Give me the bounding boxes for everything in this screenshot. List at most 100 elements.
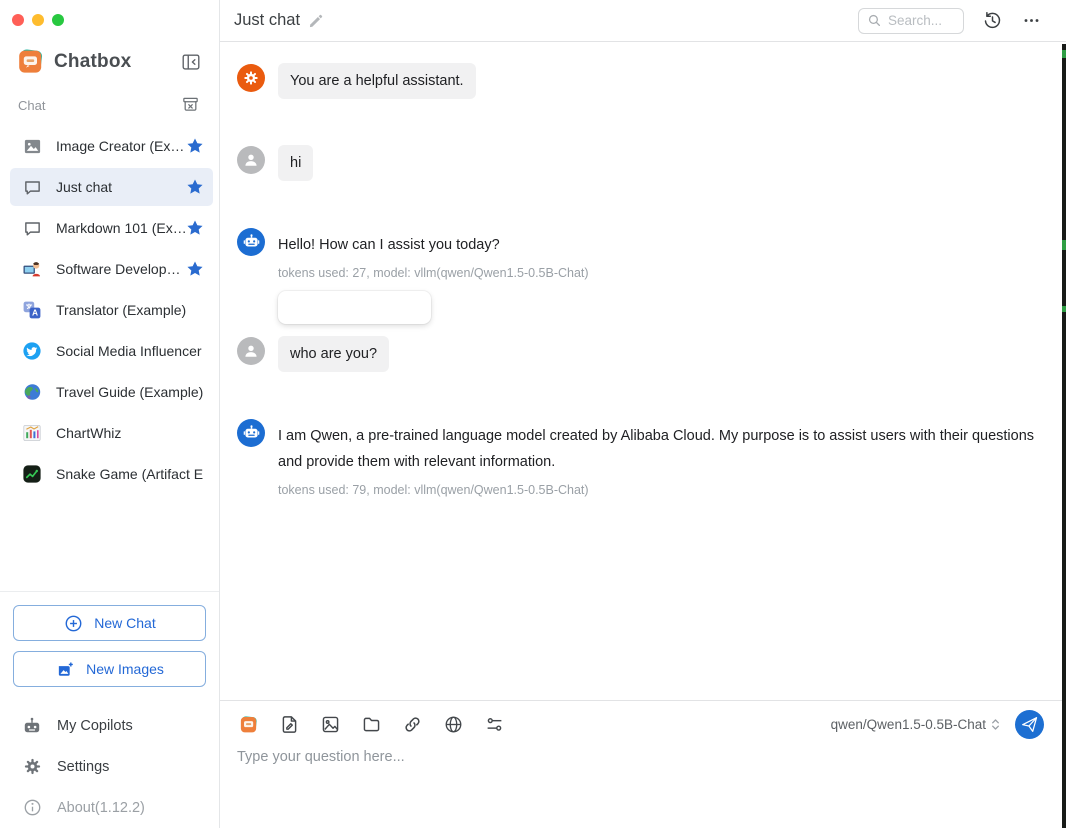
robot-icon [22,716,42,736]
history-icon[interactable] [982,10,1003,31]
minimize-window-button[interactable] [32,14,44,26]
tune-settings-icon[interactable] [483,713,505,735]
message-text: who are you? [278,336,389,372]
chevron-updown-icon [988,717,1003,732]
conversation-header: Just chat [220,0,1066,42]
sidebar-bottom: New Chat New Images My Copilots Settings… [0,591,219,828]
sidebar: Chatbox Chat Image Creator (Ex… Just cha… [0,0,220,828]
sidebar-item-image-creator-ex[interactable]: Image Creator (Ex… [10,127,213,165]
new-images-label: New Images [86,661,164,677]
message-toolbar [278,291,431,324]
copy-icon[interactable] [363,298,382,317]
sidebar-item-label: Software Develop… [56,261,181,277]
chatbox-logo-icon [17,48,44,75]
attach-file-icon[interactable] [360,713,382,735]
main-pane: Just chat You are a helpful assistant. [220,0,1066,828]
web-browsing-icon[interactable] [442,713,464,735]
edit-message-icon[interactable] [327,298,346,317]
snake-game-icon [22,464,42,484]
globe-travel-icon [22,382,42,402]
regenerate-icon[interactable] [291,298,310,317]
star-icon[interactable] [186,260,204,278]
about-item[interactable]: About(1.12.2) [13,787,206,828]
composer: qwen/Qwen1.5-0.5B-Chat [220,700,1066,828]
translator-icon: A [22,300,42,320]
sidebar-chat-list: Image Creator (Ex… Just chat Markdown 10… [0,117,219,591]
robot-avatar-icon [241,232,261,252]
message-text: Hello! How can I assist you today? [278,227,589,259]
assistant-message: I am Qwen, a pre-trained language model … [237,418,1046,497]
collapse-sidebar-icon[interactable] [179,50,203,74]
new-chat-label: New Chat [94,615,155,631]
system-message: You are a helpful assistant. [237,63,1046,99]
attach-image-icon[interactable] [319,713,341,735]
chart-icon [22,423,42,443]
message-body: Hello! How can I assist you today? token… [278,227,589,324]
attach-link-icon[interactable] [401,713,423,735]
settings-item[interactable]: Settings [13,746,206,787]
gear-avatar-icon [241,68,261,88]
new-chat-button[interactable]: New Chat [13,605,206,641]
chat-bubble-icon [22,218,42,238]
message-body: hi [278,145,313,181]
sidebar-item-just-chat[interactable]: Just chat [10,168,213,206]
sidebar-item-chartwhiz[interactable]: ChartWhiz [10,414,213,452]
info-icon [22,798,42,818]
sidebar-item-label: Markdown 101 (Ex… [56,220,186,236]
search-input[interactable] [888,13,960,28]
plus-circle-icon [63,613,83,633]
star-icon[interactable] [186,219,204,237]
zoom-window-button[interactable] [52,14,64,26]
app-title: Chatbox [54,51,131,73]
sidebar-item-social-media-influencer[interactable]: Social Media Influencer … [10,332,213,370]
image-plus-icon [55,659,75,679]
edit-title-icon[interactable] [308,13,324,29]
message-avatar[interactable] [237,64,265,92]
sidebar-item-label: Translator (Example) [56,302,186,318]
my-copilots-item[interactable]: My Copilots [13,705,206,746]
message-avatar[interactable] [237,228,265,256]
sidebar-item-translator-example[interactable]: A Translator (Example) [10,291,213,329]
new-images-button[interactable]: New Images [13,651,206,687]
search-box[interactable] [858,8,964,34]
composer-toolbar: qwen/Qwen1.5-0.5B-Chat [237,709,1044,739]
app-header: Chatbox [0,34,219,75]
message-avatar[interactable] [237,146,265,174]
send-button[interactable] [1015,710,1044,739]
sidebar-item-travel-guide-example[interactable]: Travel Guide (Example) [10,373,213,411]
star-icon[interactable] [186,178,204,196]
my-copilots-label: My Copilots [57,718,133,734]
assistant-message: Hello! How can I assist you today? token… [237,227,1046,324]
model-selector[interactable]: qwen/Qwen1.5-0.5B-Chat [831,717,1003,732]
chat-section-header: Chat [0,75,219,117]
attach-document-icon[interactable] [278,713,300,735]
sidebar-item-label: ChartWhiz [56,425,121,441]
conversation-title: Just chat [234,11,300,30]
sidebar-menu: My Copilots Settings About(1.12.2) [13,697,206,828]
sidebar-item-snake-game-artifact-e[interactable]: Snake Game (Artifact E… [10,455,213,493]
message-list: You are a helpful assistant. hi Hello! H… [220,42,1066,700]
sidebar-item-software-develop[interactable]: Software Develop… [10,250,213,288]
chatbox-mini-icon[interactable] [237,713,259,735]
header-actions [858,8,1042,34]
developer-icon [22,259,42,279]
close-window-button[interactable] [12,14,24,26]
message-body: who are you? [278,336,389,372]
more-menu-icon[interactable] [1021,10,1042,31]
composer-icons [237,713,505,735]
clear-conversations-icon[interactable] [181,95,201,115]
message-input[interactable] [237,749,1044,819]
about-label: About(1.12.2) [57,800,145,816]
chat-section-label: Chat [18,98,45,113]
message-avatar[interactable] [237,337,265,365]
message-avatar[interactable] [237,419,265,447]
image-icon [22,136,42,156]
search-icon [867,13,882,28]
sidebar-item-label: Travel Guide (Example) [56,384,203,400]
star-icon[interactable] [186,137,204,155]
more-vert-icon[interactable] [399,298,418,317]
sidebar-item-label: Social Media Influencer … [56,343,204,359]
sidebar-item-markdown-101-ex[interactable]: Markdown 101 (Ex… [10,209,213,247]
sidebar-item-label: Just chat [56,179,112,195]
message-body: I am Qwen, a pre-trained language model … [278,418,1046,497]
